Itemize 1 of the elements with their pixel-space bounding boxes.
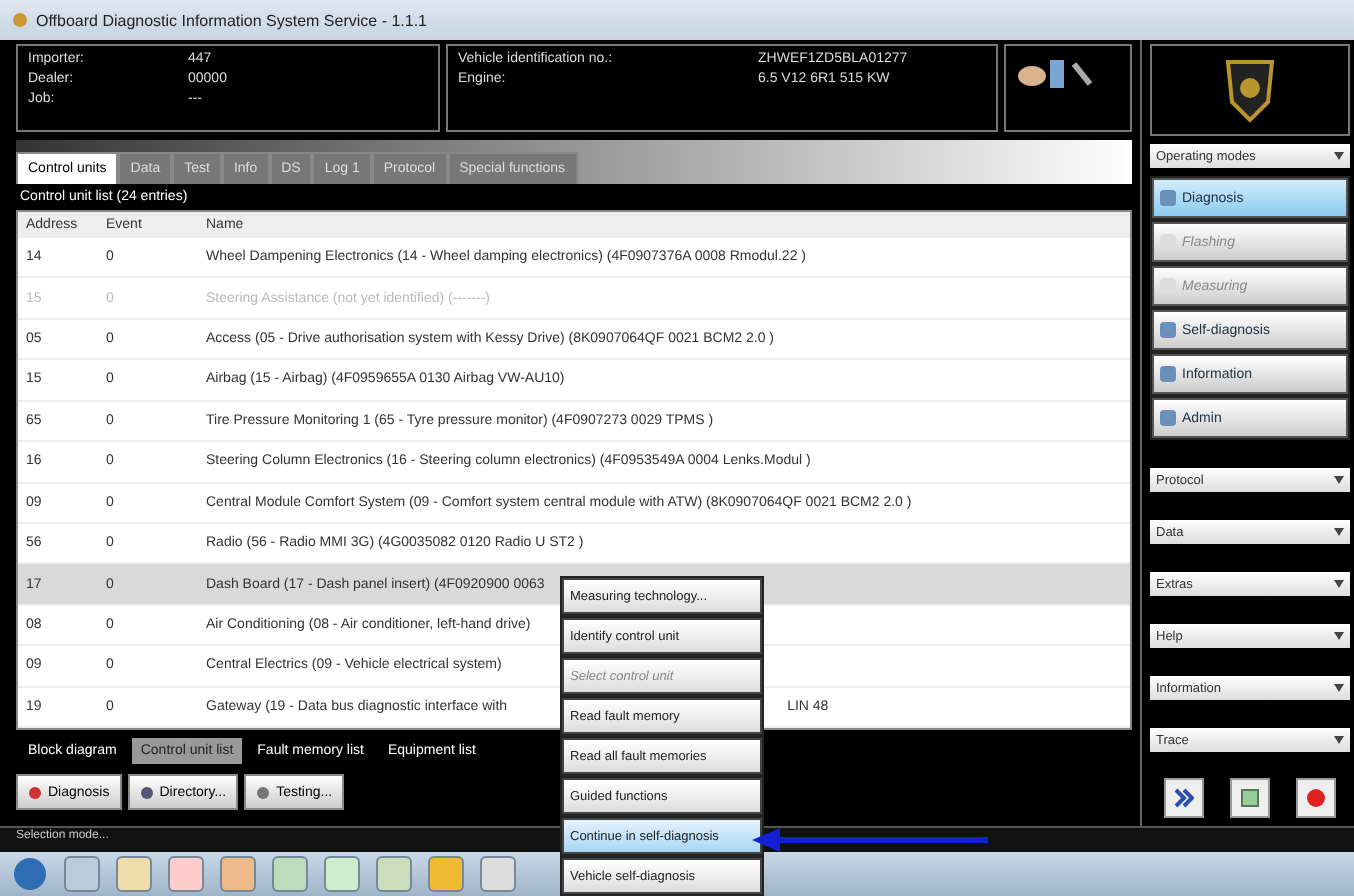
window-title: Offboard Diagnostic Information System Service - 1.1.1 (36, 11, 427, 29)
